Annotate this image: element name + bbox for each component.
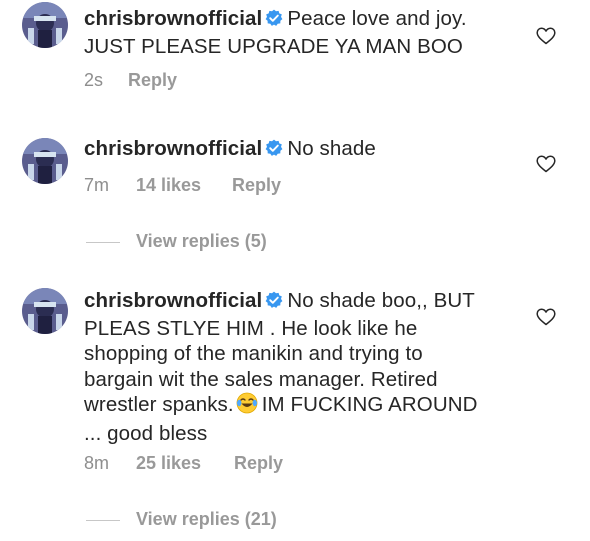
comment-text: chrisbrownofficial No shade (84, 136, 504, 164)
avatar[interactable] (22, 138, 68, 184)
reply-button[interactable]: Reply (128, 70, 177, 91)
likes-count[interactable]: 14 likes (136, 175, 232, 196)
verified-badge-icon (265, 138, 283, 164)
timestamp: 8m (84, 453, 110, 473)
username[interactable]: chrisbrownofficial (84, 137, 262, 160)
comment-text-line1: No shade boo,, (287, 289, 428, 312)
comment-meta: 2s Reply (84, 70, 177, 91)
view-replies-label: View replies (5) (136, 231, 267, 251)
comment-text: chrisbrownofficial No shade boo,, BUT PLE… (84, 288, 484, 446)
comment-meta: 8m 25 likes Reply (84, 453, 283, 474)
view-replies-label: View replies (21) (136, 509, 277, 529)
view-replies-button[interactable]: View replies (5) (86, 231, 267, 252)
comment-text-rest: JUST PLEASE UPGRADE YA MAN BOO (84, 34, 463, 58)
heart-icon[interactable] (536, 308, 556, 326)
timestamp: 7m (84, 175, 110, 195)
comment-text-line1: No shade (287, 137, 376, 160)
heart-icon[interactable] (536, 155, 556, 173)
likes-count[interactable]: 25 likes (136, 453, 234, 474)
timestamp: 2s (84, 70, 104, 90)
tears-of-joy-emoji-icon (236, 392, 258, 421)
divider-line (86, 241, 120, 243)
view-replies-button[interactable]: View replies (21) (86, 509, 277, 530)
comment-text: chrisbrownofficial Peace love and joy. JU… (84, 6, 504, 59)
verified-badge-icon (265, 8, 283, 34)
divider-line (86, 519, 120, 521)
avatar[interactable] (22, 288, 68, 334)
heart-icon[interactable] (536, 27, 556, 45)
username[interactable]: chrisbrownofficial (84, 289, 262, 312)
reply-button[interactable]: Reply (234, 453, 283, 474)
comment-text-line1: Peace love and joy. (287, 7, 467, 30)
avatar[interactable] (22, 2, 68, 48)
comment-meta: 7m 14 likes Reply (84, 175, 281, 196)
reply-button[interactable]: Reply (232, 175, 281, 196)
verified-badge-icon (265, 290, 283, 316)
username[interactable]: chrisbrownofficial (84, 7, 262, 30)
